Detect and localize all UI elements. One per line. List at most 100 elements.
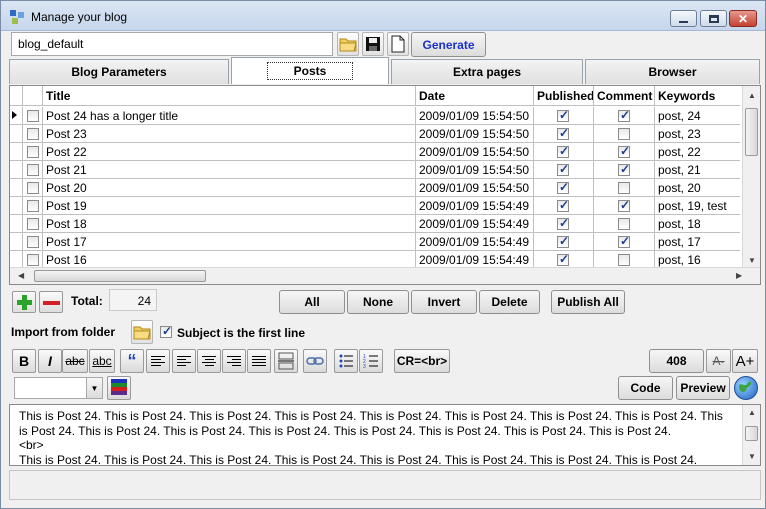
row-select-checkbox[interactable] [27,236,39,248]
select-all-button[interactable]: All [279,290,345,314]
post-title-cell[interactable]: Post 24 has a longer title [43,107,416,125]
post-date-cell[interactable]: 2009/01/09 15:54:50 [416,107,534,125]
comment-checkbox[interactable] [618,234,630,248]
scroll-up-icon[interactable]: ▲ [748,91,756,100]
maximize-button[interactable] [700,10,727,27]
comment-cell[interactable] [594,179,655,197]
keywords-cell[interactable]: post, 21 [655,161,740,179]
code-view-button[interactable]: Code [618,376,673,400]
preview-button[interactable]: Preview [676,376,730,400]
tab-blog-parameters[interactable]: Blog Parameters [9,59,229,84]
browser-globe-button[interactable] [734,376,758,400]
grid-horizontal-scrollbar[interactable]: ◀ ▶ [10,267,760,284]
keywords-cell[interactable]: post, 23 [655,125,740,143]
post-body-editor[interactable]: This is Post 24. This is Post 24. This i… [9,404,761,466]
published-cell[interactable] [534,161,594,179]
published-cell[interactable] [534,107,594,125]
underline-button[interactable]: abc [89,349,115,373]
scroll-right-icon[interactable]: ▶ [736,271,742,280]
published-cell[interactable] [534,215,594,233]
comment-checkbox[interactable] [618,144,630,158]
published-checkbox[interactable] [557,144,569,158]
post-title-cell[interactable]: Post 22 [43,143,416,161]
published-checkbox[interactable] [557,216,569,230]
table-row[interactable]: Post 232009/01/09 15:54:50 post, 23 [10,125,740,143]
scroll-left-icon[interactable]: ◀ [18,271,24,280]
row-select-checkbox[interactable] [27,164,39,176]
published-checkbox[interactable] [557,234,569,248]
post-body-text[interactable]: This is Post 24. This is Post 24. This i… [19,409,733,465]
numbered-list-button[interactable]: 123 [359,349,383,373]
font-smaller-button[interactable]: A- [706,349,731,373]
post-title-cell[interactable]: Post 20 [43,179,416,197]
keywords-cell[interactable]: post, 24 [655,107,740,125]
comment-cell[interactable] [594,143,655,161]
published-cell[interactable] [534,233,594,251]
tab-extra-pages[interactable]: Extra pages [391,59,583,84]
cr-br-button[interactable]: CR=<br> [394,349,450,373]
comment-checkbox[interactable] [618,198,630,212]
published-cell[interactable] [534,125,594,143]
align-right-button[interactable] [222,349,246,373]
blog-name-field[interactable]: blog_default [11,32,333,56]
comment-checkbox[interactable] [618,254,630,266]
column-title[interactable]: Title [43,86,416,105]
insert-link-button[interactable] [303,349,327,373]
post-date-cell[interactable]: 2009/01/09 15:54:50 [416,179,534,197]
keywords-cell[interactable]: post, 17 [655,233,740,251]
table-row[interactable]: Post 212009/01/09 15:54:50 post, 21 [10,161,740,179]
column-keywords[interactable]: Keywords [655,86,740,105]
posts-grid[interactable]: Title Date Published Comment Keywords Po… [9,85,761,285]
post-date-cell[interactable]: 2009/01/09 15:54:50 [416,125,534,143]
published-cell[interactable] [534,143,594,161]
comment-checkbox[interactable] [618,108,630,122]
import-folder-button[interactable] [131,320,153,344]
quote-button[interactable]: “ [120,349,144,373]
color-picker-button[interactable] [107,376,131,400]
row-select-checkbox[interactable] [27,218,39,230]
post-title-cell[interactable]: Post 18 [43,215,416,233]
published-checkbox[interactable] [557,162,569,176]
paragraph-button[interactable] [146,349,170,373]
published-cell[interactable] [534,179,594,197]
comment-checkbox[interactable] [618,182,630,194]
select-none-button[interactable]: None [347,290,409,314]
post-date-cell[interactable]: 2009/01/09 15:54:50 [416,161,534,179]
comment-checkbox[interactable] [618,218,630,230]
row-select-checkbox[interactable] [27,128,39,140]
table-row[interactable]: Post 24 has a longer title 2009/01/09 15:… [10,107,740,125]
table-row[interactable]: Post 192009/01/09 15:54:49 post, 19, test [10,197,740,215]
close-button[interactable]: ✕ [729,10,757,27]
tab-posts[interactable]: Posts [231,57,389,84]
save-button[interactable] [362,32,384,56]
font-select[interactable]: ▼ [14,377,103,399]
column-comment[interactable]: Comment [594,86,655,105]
comment-cell[interactable] [594,125,655,143]
post-title-cell[interactable]: Post 19 [43,197,416,215]
comment-cell[interactable] [594,161,655,179]
remove-post-button[interactable] [39,291,63,313]
scroll-down-icon[interactable]: ▼ [748,256,756,265]
justify-button[interactable] [247,349,271,373]
comment-cell[interactable] [594,197,655,215]
scroll-down-icon[interactable]: ▼ [748,452,756,461]
keywords-cell[interactable]: post, 22 [655,143,740,161]
horizontal-rule-button[interactable] [274,349,298,373]
scroll-thumb[interactable] [745,108,758,156]
editor-scrollbar[interactable]: ▲ ▼ [742,405,760,465]
delete-button[interactable]: Delete [479,290,540,314]
post-date-cell[interactable]: 2009/01/09 15:54:49 [416,197,534,215]
comment-cell[interactable] [594,107,655,125]
strikethrough-button[interactable]: abc [62,349,88,373]
published-checkbox[interactable] [557,198,569,212]
comment-checkbox[interactable] [618,162,630,176]
post-title-cell[interactable]: Post 21 [43,161,416,179]
comment-checkbox[interactable] [618,128,630,140]
published-checkbox[interactable] [557,180,569,194]
align-left-button[interactable] [172,349,196,373]
font-larger-button[interactable]: A+ [732,349,758,373]
bullet-list-button[interactable] [334,349,358,373]
post-title-cell[interactable]: Post 17 [43,233,416,251]
keywords-cell[interactable]: post, 18 [655,215,740,233]
row-select-checkbox[interactable] [27,200,39,212]
